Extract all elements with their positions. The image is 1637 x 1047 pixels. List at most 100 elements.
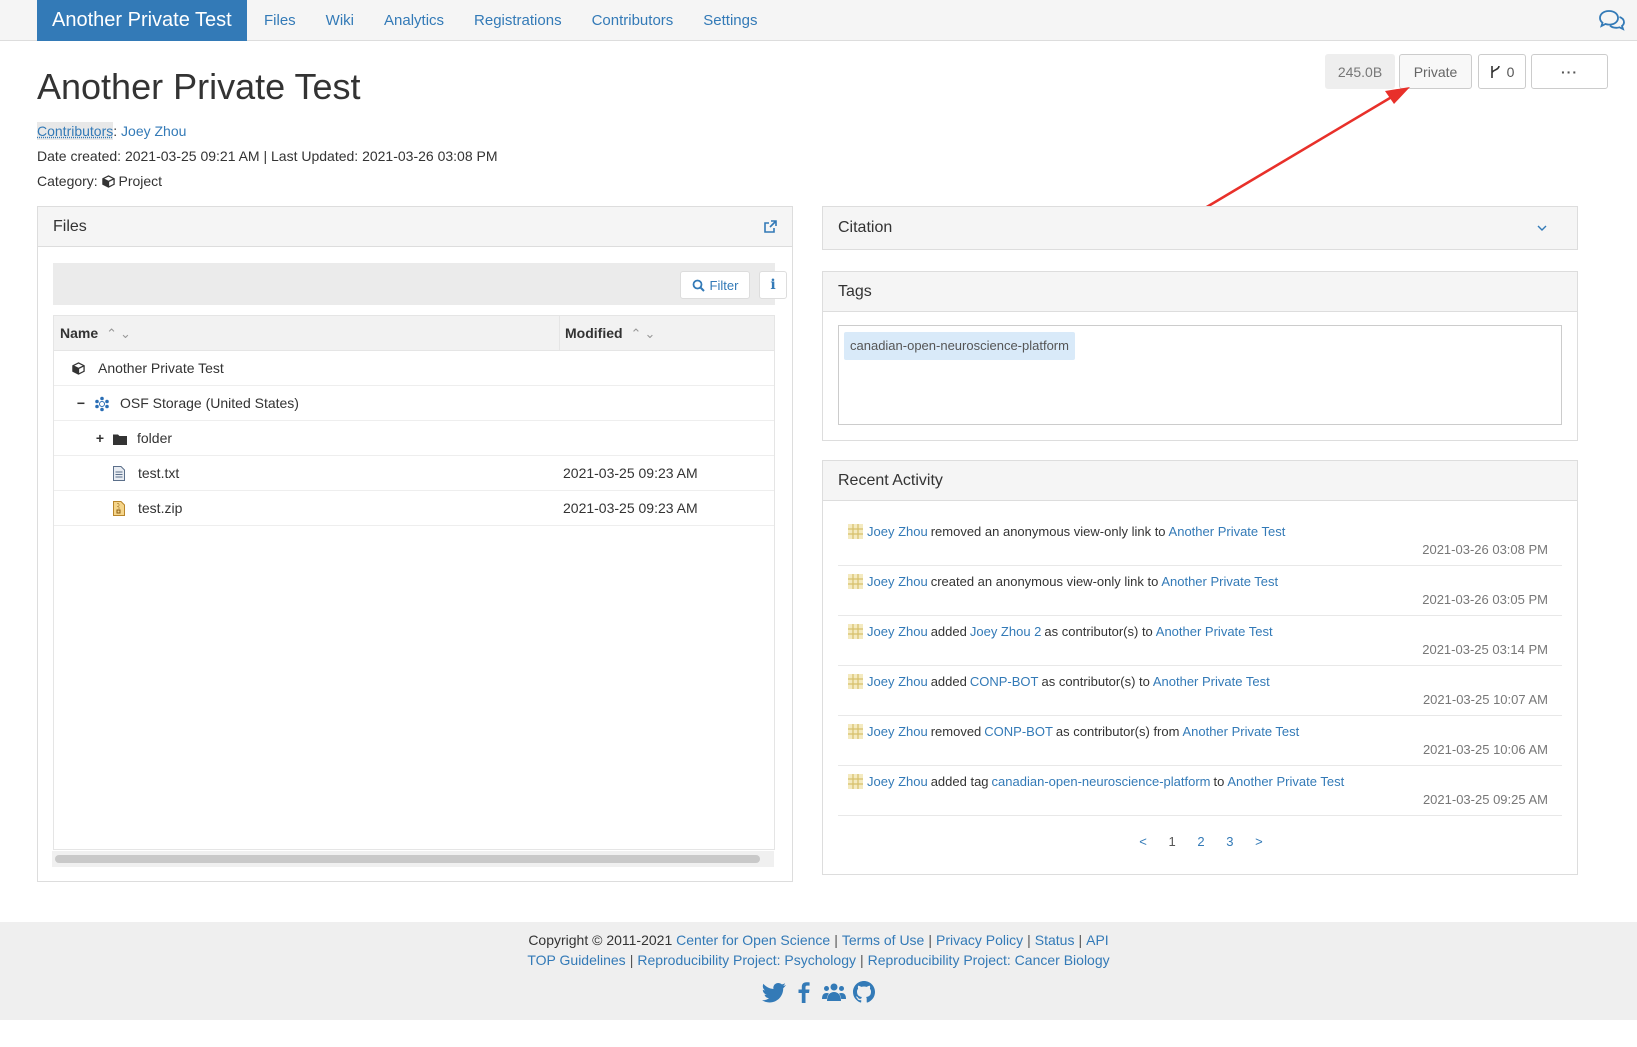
- footer-link-rp-cancer[interactable]: Reproducibility Project: Cancer Biology: [868, 952, 1110, 968]
- activity-text: Joey Zhou removed an anonymous view-only…: [848, 524, 1285, 539]
- activity-action: to: [1213, 774, 1225, 789]
- footer-link-privacy[interactable]: Privacy Policy: [936, 932, 1023, 948]
- pager-page-3[interactable]: 3: [1226, 834, 1233, 849]
- more-options-button[interactable]: ···: [1531, 54, 1608, 89]
- activity-action: added tag: [930, 774, 989, 789]
- tag-chip[interactable]: canadian-open-neuroscience-platform: [844, 332, 1075, 360]
- file-name: test.txt: [138, 465, 180, 481]
- footer-link-cos[interactable]: Center for Open Science: [676, 932, 830, 948]
- activity-target-link[interactable]: Another Private Test: [1161, 574, 1278, 589]
- file-name: test.zip: [138, 500, 183, 516]
- activity-timestamp: 2021-03-25 10:07 AM: [1422, 692, 1548, 707]
- activity-user-link[interactable]: Joey Zhou: [867, 774, 928, 789]
- user-avatar-icon: [848, 624, 863, 639]
- activity-item: Joey Zhou added tag canadian-open-neuros…: [838, 766, 1562, 816]
- activity-item: Joey Zhou added Joey Zhou 2 as contribut…: [838, 616, 1562, 666]
- citation-title: Citation: [838, 219, 893, 236]
- name-column-header[interactable]: Name ⌃⌄: [60, 316, 134, 351]
- activity-user-link[interactable]: Joey Zhou: [867, 724, 928, 739]
- sort-arrows-icon[interactable]: ⌃⌄: [631, 326, 659, 341]
- modified-column-header[interactable]: Modified ⌃⌄: [559, 316, 658, 351]
- pager-page-1[interactable]: 1: [1169, 834, 1176, 849]
- fork-count: 0: [1506, 63, 1515, 80]
- activity-object-link[interactable]: CONP-BOT: [970, 674, 1039, 689]
- nav-wiki-link[interactable]: Wiki: [311, 0, 369, 41]
- twitter-icon[interactable]: [761, 980, 786, 1004]
- pager-next[interactable]: >: [1255, 834, 1263, 849]
- name-column-label: Name: [60, 325, 99, 341]
- page-title: Another Private Test: [37, 66, 361, 107]
- nav-contributors-link[interactable]: Contributors: [577, 0, 689, 41]
- activity-action: as contributor(s) to: [1044, 624, 1153, 639]
- activity-user-link[interactable]: Joey Zhou: [867, 674, 928, 689]
- group-icon[interactable]: [821, 980, 846, 1004]
- footer-link-status[interactable]: Status: [1035, 932, 1075, 948]
- file-modified: 2021-03-25 09:23 AM: [563, 465, 698, 481]
- sort-arrows-icon[interactable]: ⌃⌄: [106, 326, 134, 341]
- user-avatar-icon: [848, 524, 863, 539]
- activity-action: removed an anonymous view-only link to: [930, 524, 1166, 539]
- project-brand-link[interactable]: Another Private Test: [37, 0, 247, 41]
- activity-user-link[interactable]: Joey Zhou: [867, 624, 928, 639]
- text-file-icon: [113, 466, 125, 481]
- activity-target-link[interactable]: Another Private Test: [1182, 724, 1299, 739]
- activity-target-link[interactable]: Another Private Test: [1227, 774, 1344, 789]
- activity-target-link[interactable]: Another Private Test: [1169, 524, 1286, 539]
- file-row-zip[interactable]: test.zip 2021-03-25 09:23 AM: [54, 491, 774, 526]
- tags-title: Tags: [838, 283, 872, 300]
- footer-link-rp-psych[interactable]: Reproducibility Project: Psychology: [637, 952, 856, 968]
- contributors-label-link[interactable]: Contributors: [37, 122, 114, 140]
- nav-settings-link[interactable]: Settings: [688, 0, 772, 41]
- comments-icon[interactable]: [1599, 9, 1625, 33]
- citation-panel[interactable]: Citation: [822, 206, 1578, 250]
- facebook-icon[interactable]: [792, 980, 816, 1004]
- expand-toggle[interactable]: +: [95, 421, 105, 456]
- activity-action: as contributor(s) to: [1041, 674, 1150, 689]
- activity-object-link[interactable]: Joey Zhou 2: [970, 624, 1042, 639]
- footer-link-api[interactable]: API: [1086, 932, 1109, 948]
- activity-item: Joey Zhou removed an anonymous view-only…: [838, 516, 1562, 566]
- tags-input[interactable]: canadian-open-neuroscience-platform: [838, 325, 1562, 425]
- contributor-link[interactable]: Joey Zhou: [121, 123, 186, 139]
- zip-file-icon: [113, 501, 125, 516]
- nav-analytics-link[interactable]: Analytics: [369, 0, 459, 41]
- info-icon: i: [770, 277, 776, 293]
- pager-page-2[interactable]: 2: [1197, 834, 1204, 849]
- activity-text: Joey Zhou added tag canadian-open-neuros…: [848, 774, 1344, 789]
- file-name: OSF Storage (United States): [120, 395, 299, 411]
- activity-object-link[interactable]: CONP-BOT: [984, 724, 1053, 739]
- pager-prev[interactable]: <: [1139, 834, 1147, 849]
- activity-object-link[interactable]: canadian-open-neuroscience-platform: [992, 774, 1211, 789]
- privacy-button[interactable]: Private: [1399, 54, 1472, 89]
- citation-panel-header[interactable]: Citation: [823, 207, 1577, 249]
- file-row-folder[interactable]: + folder: [54, 421, 774, 456]
- activity-user-link[interactable]: Joey Zhou: [867, 574, 928, 589]
- activity-action: removed: [930, 724, 982, 739]
- file-row-txt[interactable]: test.txt 2021-03-25 09:23 AM: [54, 456, 774, 491]
- footer-line-2: TOP Guidelines | Reproducibility Project: …: [527, 952, 1110, 968]
- chevron-down-icon[interactable]: [1537, 207, 1547, 249]
- activity-target-link[interactable]: Another Private Test: [1156, 624, 1273, 639]
- nav-registrations-link[interactable]: Registrations: [459, 0, 577, 41]
- file-row-name: + folder: [95, 421, 172, 456]
- info-button[interactable]: i: [759, 271, 787, 299]
- fork-button[interactable]: 0: [1478, 54, 1526, 89]
- external-link-icon[interactable]: [763, 219, 778, 234]
- activity-text: Joey Zhou added CONP-BOT as contributor(…: [848, 674, 1270, 689]
- filter-button[interactable]: Filter: [680, 271, 750, 299]
- file-row-storage[interactable]: − OSF Storage (United States): [54, 386, 774, 421]
- activity-user-link[interactable]: Joey Zhou: [867, 524, 928, 539]
- collapse-toggle[interactable]: −: [76, 386, 86, 421]
- folder-icon: [113, 434, 127, 445]
- activity-target-link[interactable]: Another Private Test: [1153, 674, 1270, 689]
- nav-files-link[interactable]: Files: [249, 0, 311, 41]
- file-row-project[interactable]: Another Private Test: [54, 351, 774, 386]
- github-icon[interactable]: [852, 980, 876, 1004]
- footer-link-terms[interactable]: Terms of Use: [842, 932, 924, 948]
- horizontal-scrollbar[interactable]: [55, 855, 760, 863]
- footer-link-top[interactable]: TOP Guidelines: [527, 952, 625, 968]
- file-browser-toolbar: Filter i: [53, 263, 787, 305]
- user-avatar-icon: [848, 674, 863, 689]
- file-browser-grid: Name ⌃⌄ Modified ⌃⌄ Another Private Test −: [53, 315, 775, 850]
- activity-timestamp: 2021-03-25 10:06 AM: [1422, 742, 1548, 757]
